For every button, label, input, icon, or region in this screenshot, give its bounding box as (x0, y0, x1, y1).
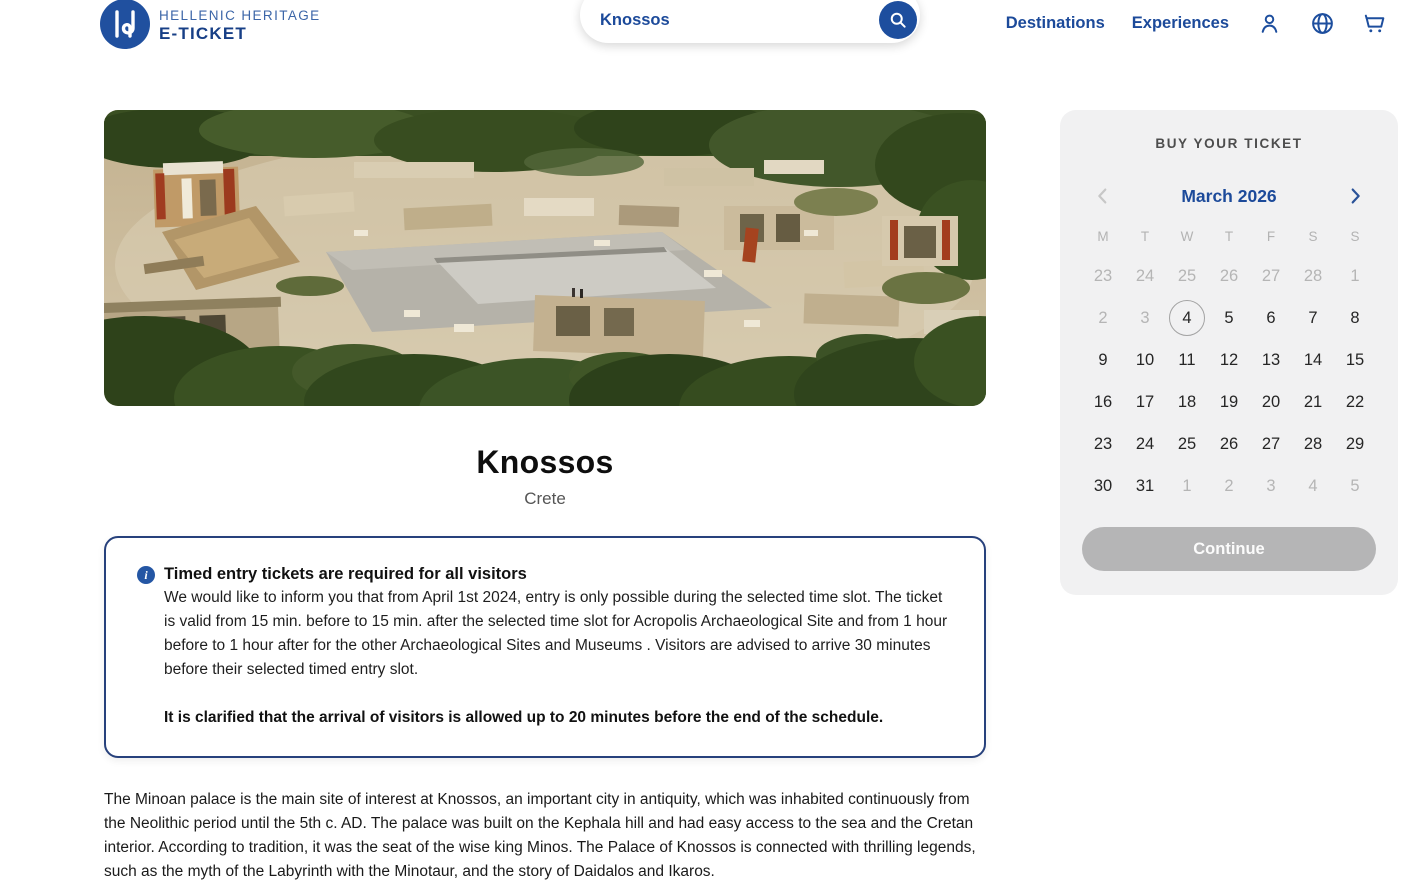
calendar-day: 3 (1250, 465, 1292, 507)
calendar-day[interactable]: 26 (1208, 423, 1250, 465)
timed-entry-notice: i Timed entry tickets are required for a… (104, 536, 986, 758)
calendar-day[interactable]: 15 (1334, 339, 1376, 381)
calendar-day[interactable]: 7 (1292, 297, 1334, 339)
calendar-day[interactable]: 29 (1334, 423, 1376, 465)
month-navigation: March 2026 (1090, 183, 1368, 209)
calendar-day[interactable]: 5 (1208, 297, 1250, 339)
calendar-day[interactable]: 18 (1166, 381, 1208, 423)
calendar-day[interactable]: 31 (1124, 465, 1166, 507)
search-icon (888, 10, 908, 30)
calendar-day[interactable]: 23 (1082, 423, 1124, 465)
nav-experiences[interactable]: Experiences (1132, 14, 1229, 33)
calendar-day: 27 (1250, 255, 1292, 297)
notice-emphasis: It is clarified that the arrival of visi… (164, 706, 954, 730)
info-icon: i (137, 566, 155, 584)
calendar-day[interactable]: 8 (1334, 297, 1376, 339)
calendar-day[interactable]: 12 (1208, 339, 1250, 381)
notice-title: Timed entry tickets are required for all… (164, 562, 954, 586)
brand-line1: HELLENIC HERITAGE (159, 8, 321, 24)
calendar-weekdays: MTWTFSS (1060, 223, 1398, 249)
calendar-day: 28 (1292, 255, 1334, 297)
chevron-left-icon (1092, 185, 1114, 207)
site-content: Knossos Crete i Timed entry tickets are … (104, 110, 986, 884)
brand-logo-icon (100, 0, 150, 49)
calendar-day[interactable]: 16 (1082, 381, 1124, 423)
month-label: March 2026 (1181, 186, 1276, 207)
calendar-day[interactable]: 20 (1250, 381, 1292, 423)
calendar-day: 1 (1166, 465, 1208, 507)
page-title: Knossos (104, 444, 986, 481)
weekday-label: F (1250, 223, 1292, 249)
calendar-day: 23 (1082, 255, 1124, 297)
calendar-day: 3 (1124, 297, 1166, 339)
calendar-day[interactable]: 22 (1334, 381, 1376, 423)
calendar-day[interactable]: 30 (1082, 465, 1124, 507)
brand-logo[interactable]: HELLENIC HERITAGE E-TICKET (100, 0, 321, 49)
chevron-right-icon (1344, 185, 1366, 207)
calendar-day[interactable]: 13 (1250, 339, 1292, 381)
weekday-label: S (1292, 223, 1334, 249)
calendar-day[interactable]: 25 (1166, 423, 1208, 465)
calendar-day[interactable]: 19 (1208, 381, 1250, 423)
account-icon[interactable] (1256, 10, 1282, 36)
brand-name: HELLENIC HERITAGE E-TICKET (159, 4, 321, 43)
calendar-day-selected[interactable]: 4 (1166, 297, 1208, 339)
weekday-label: T (1208, 223, 1250, 249)
calendar-day: 24 (1124, 255, 1166, 297)
weekday-label: S (1334, 223, 1376, 249)
calendar-day: 1 (1334, 255, 1376, 297)
calendar-day: 2 (1082, 297, 1124, 339)
weekday-label: M (1082, 223, 1124, 249)
continue-button[interactable]: Continue (1082, 527, 1376, 571)
calendar-day: 5 (1334, 465, 1376, 507)
calendar-day[interactable]: 28 (1292, 423, 1334, 465)
calendar-day: 2 (1208, 465, 1250, 507)
hero-image (104, 110, 986, 406)
brand-line2: E-TICKET (159, 24, 321, 44)
cart-icon[interactable] (1362, 10, 1388, 36)
header: HELLENIC HERITAGE E-TICKET Destinations … (0, 0, 1424, 56)
weekday-label: T (1124, 223, 1166, 249)
prev-month-button[interactable] (1090, 183, 1116, 209)
search-bar (580, 0, 920, 43)
calendar-day: 26 (1208, 255, 1250, 297)
panel-heading: BUY YOUR TICKET (1060, 136, 1398, 151)
nav-destinations[interactable]: Destinations (1006, 14, 1105, 33)
search-input[interactable] (600, 11, 879, 30)
language-globe-icon[interactable] (1309, 10, 1335, 36)
notice-body: We would like to inform you that from Ap… (164, 586, 954, 682)
calendar-grid: 2324252627281234567891011121314151617181… (1060, 255, 1398, 507)
buy-ticket-panel: BUY YOUR TICKET March 2026 MTWTFSS 23242 (1060, 110, 1398, 595)
calendar-day[interactable]: 6 (1250, 297, 1292, 339)
calendar-day[interactable]: 9 (1082, 339, 1124, 381)
calendar-day[interactable]: 27 (1250, 423, 1292, 465)
calendar-day[interactable]: 21 (1292, 381, 1334, 423)
site-description: The Minoan palace is the main site of in… (104, 788, 986, 884)
next-month-button[interactable] (1342, 183, 1368, 209)
calendar-day[interactable]: 14 (1292, 339, 1334, 381)
calendar-day[interactable]: 17 (1124, 381, 1166, 423)
calendar-day[interactable]: 24 (1124, 423, 1166, 465)
main-nav: Destinations Experiences (1006, 0, 1388, 46)
page-subtitle: Crete (104, 489, 986, 509)
calendar-day[interactable]: 11 (1166, 339, 1208, 381)
calendar-day[interactable]: 10 (1124, 339, 1166, 381)
calendar-day: 4 (1292, 465, 1334, 507)
search-button[interactable] (879, 1, 917, 39)
weekday-label: W (1166, 223, 1208, 249)
calendar-day: 25 (1166, 255, 1208, 297)
